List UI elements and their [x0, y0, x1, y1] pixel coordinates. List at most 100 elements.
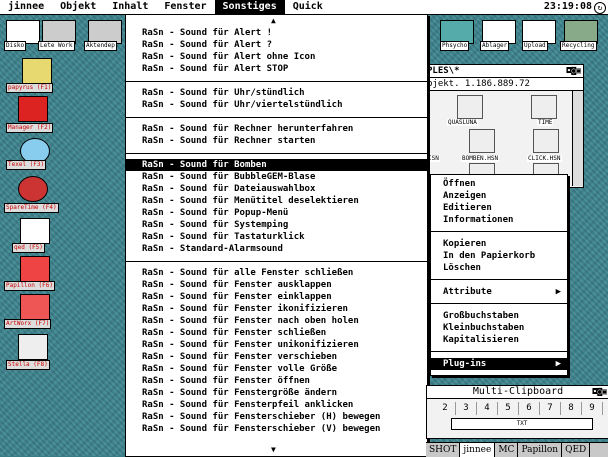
- menu-jinnee[interactable]: jinnee: [0, 0, 52, 14]
- menu-objekt[interactable]: Objekt: [52, 0, 104, 14]
- context-menu-label: Editieren: [443, 203, 492, 213]
- clipboard-slot[interactable]: 2: [435, 402, 456, 415]
- sound-menu-item[interactable]: RaSn - Sound für Dateiauswahlbox: [126, 183, 427, 195]
- sound-menu-item[interactable]: RaSn - Sound für Fenster einklappen: [126, 291, 427, 303]
- sound-menu-item[interactable]: RaSn - Sound für Alert ohne Icon: [126, 51, 427, 63]
- context-menu-label: Attribute: [443, 287, 492, 297]
- menu-separator: [126, 81, 427, 82]
- sound-menu-item[interactable]: RaSn - Sound für Fenster unikonifizieren: [126, 339, 427, 351]
- speaker-icon[interactable]: [533, 129, 559, 153]
- window-controls-icon[interactable]: ◘◙▣: [593, 387, 607, 396]
- clipboard-entry[interactable]: TXT: [451, 418, 593, 430]
- multi-clipboard-window[interactable]: Multi-Clipboard ◘◙▣ 23456789 TXT: [426, 385, 608, 439]
- papyrus-icon: [22, 58, 52, 84]
- sound-menu-item[interactable]: RaSn - Sound für Menütitel deselektieren: [126, 195, 427, 207]
- menu-quick[interactable]: Quick: [285, 0, 331, 14]
- menu-inhalt[interactable]: Inhalt: [104, 0, 156, 14]
- menu-sonstiges[interactable]: Sonstiges: [214, 0, 285, 14]
- sync-icon[interactable]: ↻: [594, 2, 606, 14]
- menu-separator: [126, 153, 427, 154]
- context-menu-item[interactable]: In den Papierkorb: [431, 250, 567, 262]
- context-menu-item[interactable]: Kapitalisieren: [431, 334, 567, 346]
- sound-menu-item[interactable]: RaSn - Sound für Rechner starten: [126, 135, 427, 147]
- context-menu-label: Kapitalisieren: [443, 335, 519, 345]
- window-title[interactable]: PLES\*: [427, 65, 583, 78]
- sound-menu-item[interactable]: RaSn - Sound für Alert STOP: [126, 63, 427, 75]
- context-menu-item[interactable]: Kopieren: [431, 238, 567, 250]
- artworx-icon: [20, 294, 50, 320]
- papillon-icon: [20, 256, 50, 282]
- sound-menu-item[interactable]: RaSn - Standard-Alarmsound: [126, 243, 427, 255]
- task-shot[interactable]: SHOT: [426, 443, 461, 457]
- task-mc[interactable]: MC: [495, 443, 519, 457]
- taskbar: SHOT jinnee MC Papillon QED: [426, 442, 608, 457]
- sound-menu-item[interactable]: RaSn - Sound für Fensterschieber (V) bew…: [126, 423, 427, 435]
- context-menu: Öffnen Anzeigen Editieren Informationen Kopi…: [430, 174, 568, 376]
- sound-menu-item[interactable]: RaSn - Sound für Fenster öffnen: [126, 375, 427, 387]
- file-icon[interactable]: [457, 95, 483, 119]
- sound-menu-item[interactable]: RaSn - Sound für Alert ?: [126, 39, 427, 51]
- context-menu-label: Löschen: [443, 263, 481, 273]
- context-menu-label: Großbuchstaben: [443, 311, 519, 321]
- task-jinnee[interactable]: jinnee: [460, 443, 496, 457]
- window-controls-icon[interactable]: ◘◙▣: [567, 66, 581, 75]
- sound-menu-item[interactable]: RaSn - Sound für Rechner herunterfahren: [126, 123, 427, 135]
- sound-menu-item[interactable]: RaSn - Sound für Fenster nach oben holen: [126, 315, 427, 327]
- menu-fenster[interactable]: Fenster: [156, 0, 214, 14]
- menu-separator: [431, 231, 567, 232]
- context-menu-label: Informationen: [443, 215, 514, 225]
- scrollbar[interactable]: [572, 91, 583, 186]
- sound-menu-item[interactable]: RaSn - Sound für alle Fenster schließen: [126, 267, 427, 279]
- sound-menu-item[interactable]: RaSn - Sound für Alert !: [126, 27, 427, 39]
- clipboard-slot[interactable]: 4: [477, 402, 498, 415]
- context-menu-item[interactable]: Anzeigen: [431, 190, 567, 202]
- sound-menu-item[interactable]: RaSn - Sound für Popup-Menü: [126, 207, 427, 219]
- context-menu-item[interactable]: Editieren: [431, 202, 567, 214]
- context-menu-item[interactable]: Großbuchstaben: [431, 310, 567, 322]
- task-qed[interactable]: QED: [562, 443, 591, 457]
- folder-window[interactable]: PLES\* ◘◙▣ bjekt. 1.186.889.72 QUASLUNA …: [426, 64, 584, 188]
- context-menu-item[interactable]: Öffnen: [431, 178, 567, 190]
- sound-menu-item[interactable]: RaSn - Sound für Fensterpfeil anklicken: [126, 399, 427, 411]
- sound-menu-item[interactable]: RaSn - Sound für Fenster ausklappen: [126, 279, 427, 291]
- sound-menu-item[interactable]: RaSn - Sound für Fensterschieber (H) bew…: [126, 411, 427, 423]
- sound-menu-item[interactable]: RaSn - Sound für Fenster verschieben: [126, 351, 427, 363]
- clipboard-slot[interactable]: 9: [582, 402, 603, 415]
- qed-icon: [20, 218, 50, 244]
- speaker-icon[interactable]: [469, 129, 495, 153]
- menu-separator: [126, 261, 427, 262]
- sound-menu-item[interactable]: RaSn - Sound für Tastaturklick: [126, 231, 427, 243]
- context-menu-item[interactable]: Kleinbuchstaben: [431, 322, 567, 334]
- sound-menu-item[interactable]: RaSn - Sound für Uhr/stündlich: [126, 87, 427, 99]
- sound-menu-item[interactable]: RaSn - Sound für Fenstergröße ändern: [126, 387, 427, 399]
- submenu-arrow-icon: ▶: [555, 359, 561, 369]
- context-menu-item[interactable]: Plug-ins ▶: [431, 358, 567, 370]
- sound-menu-item[interactable]: RaSn - Sound für Bomben: [126, 159, 427, 171]
- scroll-up-icon[interactable]: ▲: [271, 17, 276, 25]
- context-menu-label: In den Papierkorb: [443, 251, 536, 261]
- sound-menu: ▲ ▼ RaSn - Sound für Alert ! RaSn - Sound…: [125, 14, 428, 457]
- phoenix-icon: [18, 96, 48, 122]
- context-menu-label: Kopieren: [443, 239, 487, 249]
- sound-menu-item[interactable]: RaSn - Sound für Systemping: [126, 219, 427, 231]
- sound-menu-item[interactable]: RaSn - Sound für Fenster volle Größe: [126, 363, 427, 375]
- menu-separator: [126, 117, 427, 118]
- sound-menu-item[interactable]: RaSn - Sound für BubbleGEM-Blase: [126, 171, 427, 183]
- clipboard-slot[interactable]: 5: [498, 402, 519, 415]
- clipboard-slot[interactable]: 8: [561, 402, 582, 415]
- sound-menu-item[interactable]: RaSn - Sound für Fenster schließen: [126, 327, 427, 339]
- task-papillon[interactable]: Papillon: [518, 443, 563, 457]
- file-icon[interactable]: [531, 95, 557, 119]
- sound-menu-item[interactable]: RaSn - Sound für Uhr/viertelstündlich: [126, 99, 427, 111]
- menu-bar: jinnee Objekt Inhalt Fenster Sonstiges Q…: [0, 0, 608, 15]
- sound-menu-item[interactable]: RaSn - Sound für Fenster ikonifizieren: [126, 303, 427, 315]
- clipboard-slot[interactable]: 6: [519, 402, 540, 415]
- clipboard-title[interactable]: Multi-Clipboard: [427, 386, 608, 399]
- clipboard-slot[interactable]: 7: [540, 402, 561, 415]
- clipboard-slot[interactable]: 3: [456, 402, 477, 415]
- scroll-down-icon[interactable]: ▼: [271, 446, 276, 454]
- context-menu-item[interactable]: Löschen: [431, 262, 567, 274]
- context-menu-item[interactable]: Informationen: [431, 214, 567, 226]
- context-menu-item[interactable]: Attribute ▶: [431, 286, 567, 298]
- context-menu-label: Anzeigen: [443, 191, 487, 201]
